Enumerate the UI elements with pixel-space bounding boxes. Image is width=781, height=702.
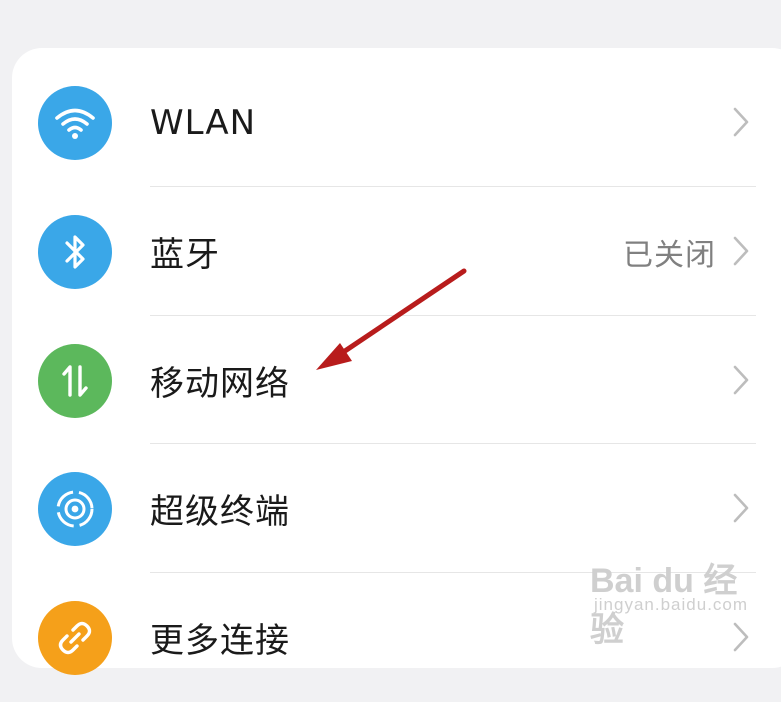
chevron-right-icon [733, 493, 749, 523]
settings-item-label: 蓝牙 [150, 235, 220, 275]
chevron-right-icon [733, 365, 749, 395]
bluetooth-status: 已关闭 [623, 237, 716, 273]
settings-item-bluetooth[interactable]: 蓝牙 已关闭 [0, 187, 781, 316]
chevron-right-icon [733, 236, 749, 266]
link-icon [38, 601, 112, 675]
settings-item-wlan[interactable]: WLAN [0, 58, 781, 187]
settings-item-mobile-network[interactable]: 移动网络 [0, 316, 781, 445]
baidu-jingyan-watermark: Bai du 经验 jingyan.baidu.com [590, 545, 770, 649]
chevron-right-icon [733, 107, 749, 137]
super-device-icon [38, 472, 112, 546]
mobile-data-icon [38, 344, 112, 418]
settings-item-label: 超级终端 [150, 492, 290, 532]
settings-item-label: 更多连接 [150, 621, 290, 661]
wifi-icon [38, 86, 112, 160]
watermark-url: jingyan.baidu.com [594, 595, 749, 614]
bluetooth-icon [38, 215, 112, 289]
settings-item-label: WLAN [150, 102, 257, 143]
settings-item-label: 移动网络 [150, 364, 290, 404]
